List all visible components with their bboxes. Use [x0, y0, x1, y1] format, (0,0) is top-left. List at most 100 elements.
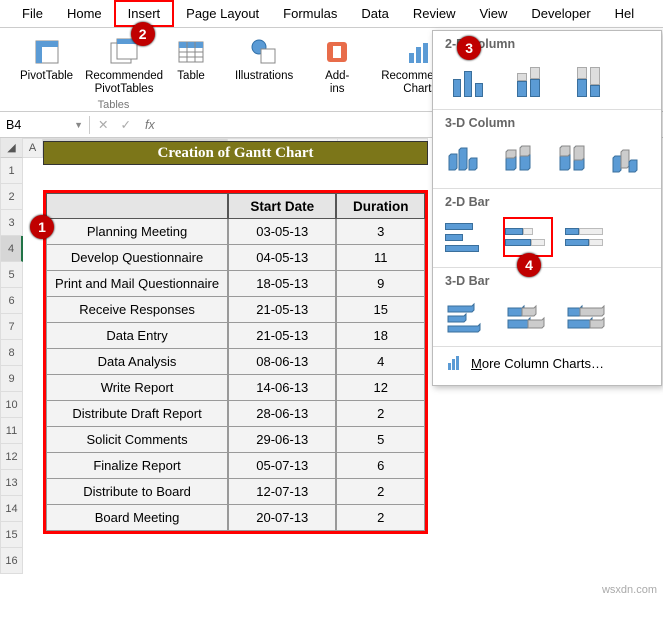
row-header[interactable]: 15	[0, 522, 23, 548]
table-cell: 03-05-13	[228, 219, 336, 245]
table-cell: 29-06-13	[228, 427, 336, 453]
tab-pagelayout[interactable]: Page Layout	[174, 2, 271, 27]
table-row[interactable]: Write Report14-06-1312	[46, 375, 425, 401]
pivottable-label: PivotTable	[20, 70, 73, 83]
table-row[interactable]: Board Meeting20-07-132	[46, 505, 425, 531]
3d-100pct-stacked-bar-button[interactable]	[565, 298, 611, 334]
row-header[interactable]: 5	[0, 262, 23, 288]
row-header[interactable]: 2	[0, 184, 23, 210]
tab-insert[interactable]: Insert 2	[114, 0, 175, 27]
3d-100pct-stacked-column-button[interactable]	[554, 140, 595, 176]
row-header[interactable]: 13	[0, 470, 23, 496]
row-header[interactable]: 11	[0, 418, 23, 444]
tab-formulas[interactable]: Formulas	[271, 2, 349, 27]
tab-file[interactable]: File	[10, 2, 55, 27]
table-cell: 21-05-13	[228, 297, 336, 323]
section-2d-bar: 2-D Bar	[433, 189, 661, 211]
table-cell: Data Entry	[46, 323, 228, 349]
header-task	[46, 193, 228, 219]
tab-home[interactable]: Home	[55, 2, 114, 27]
row-header[interactable]: 7	[0, 314, 23, 340]
row-header[interactable]: 16	[0, 548, 23, 574]
pivottable-button[interactable]: PivotTable	[14, 34, 79, 97]
table-cell: Write Report	[46, 375, 228, 401]
illustrations-button[interactable]: Illustrations	[229, 34, 299, 85]
col-header-A[interactable]: A	[23, 138, 43, 158]
table-cell: 4	[336, 349, 425, 375]
table-cell: 21-05-13	[228, 323, 336, 349]
table-cell: Board Meeting	[46, 505, 228, 531]
tab-help[interactable]: Hel	[603, 2, 647, 27]
row-header[interactable]: 8	[0, 340, 23, 366]
column-chart-icon	[447, 355, 463, 371]
row-header[interactable]: 10	[0, 392, 23, 418]
addins-button[interactable]: Add- ins	[315, 34, 359, 97]
pivottable-icon	[31, 36, 63, 68]
section-3d-column: 3-D Column	[433, 110, 661, 132]
table-header-row: Start Date Duration	[46, 193, 425, 219]
table-cell: Print and Mail Questionnaire	[46, 271, 228, 297]
table-row[interactable]: Data Entry21-05-1318	[46, 323, 425, 349]
table-cell: 9	[336, 271, 425, 297]
table-row[interactable]: Finalize Report05-07-136	[46, 453, 425, 479]
table-row[interactable]: Solicit Comments29-06-135	[46, 427, 425, 453]
stacked-column-button[interactable]	[505, 61, 551, 97]
page-title: Creation of Gantt Chart	[43, 141, 428, 165]
table-row[interactable]: Receive Responses21-05-1315	[46, 297, 425, 323]
100pct-stacked-column-button[interactable]	[565, 61, 611, 97]
table-row[interactable]: Distribute to Board12-07-132	[46, 479, 425, 505]
table-cell: Receive Responses	[46, 297, 228, 323]
row-header[interactable]: 6	[0, 288, 23, 314]
name-box-value: B4	[6, 118, 21, 132]
3d-clustered-bar-button[interactable]	[445, 298, 491, 334]
tab-developer[interactable]: Developer	[519, 2, 602, 27]
table-button[interactable]: Table	[169, 34, 213, 97]
header-duration: Duration	[336, 193, 425, 219]
table-cell: 04-05-13	[228, 245, 336, 271]
table-row[interactable]: Develop Questionnaire04-05-1311	[46, 245, 425, 271]
table-cell: 12-07-13	[228, 479, 336, 505]
3d-stacked-column-button[interactable]	[500, 140, 541, 176]
row-header[interactable]: 12	[0, 444, 23, 470]
table-cell: 12	[336, 375, 425, 401]
tab-data[interactable]: Data	[349, 2, 400, 27]
row-header[interactable]: 9	[0, 366, 23, 392]
table-cell: 08-06-13	[228, 349, 336, 375]
select-all-corner[interactable]: ◢	[0, 138, 23, 158]
table-row[interactable]: Distribute Draft Report28-06-132	[46, 401, 425, 427]
row-header[interactable]: 14	[0, 496, 23, 522]
group-tables: PivotTable Recommended PivotTables Table…	[8, 34, 219, 111]
enter-icon[interactable]: ✓	[120, 117, 130, 132]
data-table: 1 Start Date Duration Planning Meeting03…	[43, 190, 428, 534]
tab-view[interactable]: View	[467, 2, 519, 27]
3d-clustered-column-button[interactable]	[445, 140, 486, 176]
row-header[interactable]: 4	[0, 236, 23, 262]
3d-column-button[interactable]	[609, 140, 650, 176]
table-row[interactable]: Data Analysis08-06-134	[46, 349, 425, 375]
table-cell: 18	[336, 323, 425, 349]
table-cell: 6	[336, 453, 425, 479]
clustered-column-button[interactable]	[445, 61, 491, 97]
more-column-charts-button[interactable]: More Column Charts…	[433, 347, 661, 379]
row-headers: ◢ 1 2 3 4 5 6 7 8 9 10 11 12 13 14 15 16	[0, 138, 23, 574]
cancel-icon[interactable]: ✕	[98, 117, 108, 132]
table-row[interactable]: Planning Meeting03-05-133	[46, 219, 425, 245]
name-box[interactable]: B4 ▼	[0, 116, 90, 134]
table-cell: 18-05-13	[228, 271, 336, 297]
stacked-bar-button[interactable]: 4	[505, 219, 551, 255]
group-illustrations: Illustrations	[223, 34, 305, 111]
recommended-pivottables-label: Recommended PivotTables	[85, 70, 163, 95]
row-header[interactable]: 1	[0, 158, 23, 184]
group-addins: Add- ins	[309, 34, 365, 111]
fx-label[interactable]: fx	[139, 118, 155, 132]
table-row[interactable]: Print and Mail Questionnaire18-05-139	[46, 271, 425, 297]
tab-review[interactable]: Review	[401, 2, 468, 27]
clustered-bar-button[interactable]	[445, 219, 491, 255]
100pct-stacked-bar-button[interactable]	[565, 219, 611, 255]
recommended-pivottables-button[interactable]: Recommended PivotTables	[79, 34, 169, 97]
section-3d-bar: 3-D Bar	[433, 268, 661, 290]
row-header[interactable]: 3	[0, 210, 23, 236]
illustrations-label: Illustrations	[235, 70, 293, 83]
3d-stacked-bar-button[interactable]	[505, 298, 551, 334]
table-cell: 3	[336, 219, 425, 245]
